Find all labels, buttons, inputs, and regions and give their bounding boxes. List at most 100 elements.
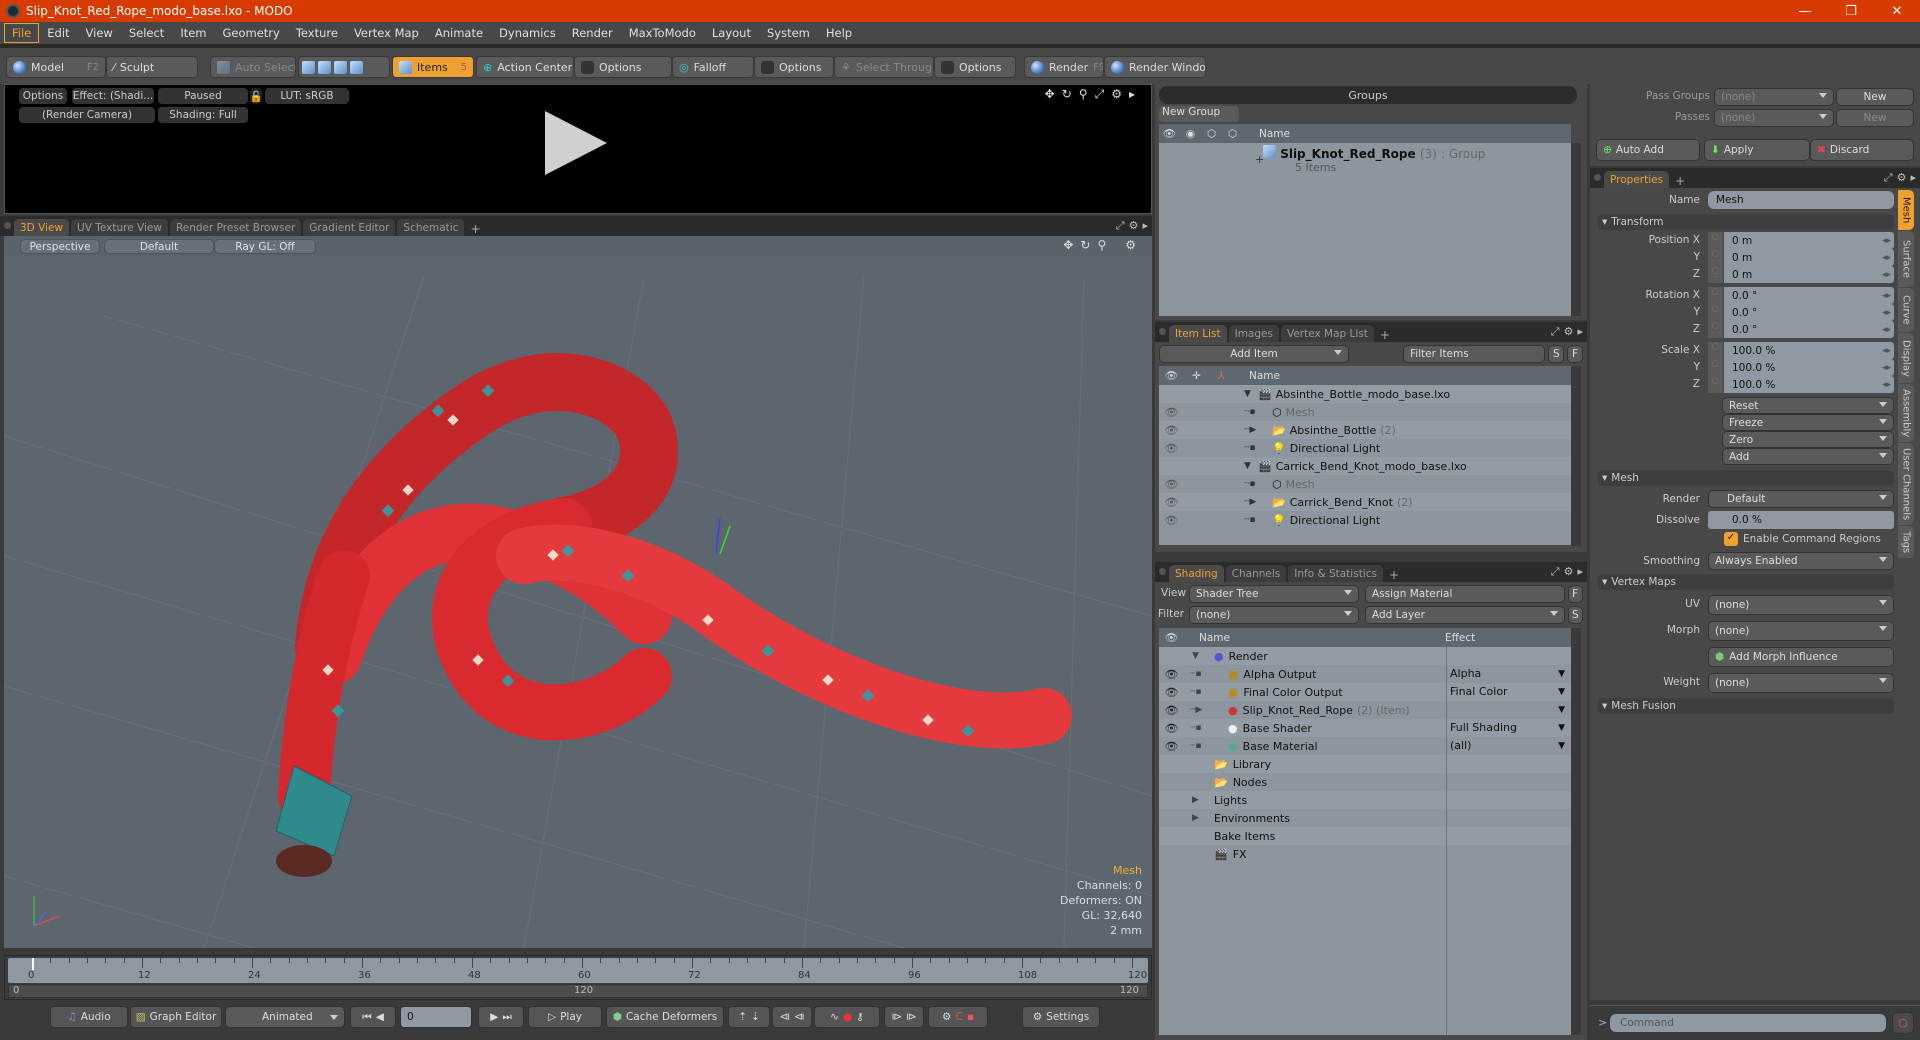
maximize-icon[interactable]: ⤢ <box>1551 565 1560 579</box>
items-mode-button[interactable]: Items 5 <box>392 56 474 78</box>
menu-geometry[interactable]: Geometry <box>215 23 288 43</box>
shader-row[interactable]: ▶ Lights <box>1159 791 1571 809</box>
tree-branch-icon[interactable]: ┄▶ <box>1244 425 1272 435</box>
shading-f-button[interactable]: F <box>1568 585 1583 603</box>
render-dropdown[interactable]: Default <box>1708 490 1894 508</box>
rotation-z-field[interactable]: ○ 0.0 ° ◂▸ <box>1708 321 1894 338</box>
prev-key-buttons[interactable]: ⧏ ⧏ <box>772 1006 812 1028</box>
keyframe-toggle-icon[interactable]: ○ <box>1708 342 1724 359</box>
model-mode-button[interactable]: Model F2 <box>6 56 106 78</box>
command-input[interactable]: Command <box>1610 1014 1886 1032</box>
more-arrow-icon[interactable]: ▸ <box>1142 219 1148 233</box>
auto-select-button[interactable]: Auto Select <box>210 56 296 78</box>
scale-y-field[interactable]: ○ 100.0 % ◂▸ <box>1708 359 1894 376</box>
tree-indicator-icon[interactable]: ┄▪ <box>1190 669 1228 679</box>
item-row[interactable]: 👁 ┄▪ ⬡ Mesh <box>1159 475 1571 493</box>
tab-uv-texture-view[interactable]: UV Texture View <box>71 219 168 236</box>
rotate-icon[interactable]: ↻ <box>1062 87 1072 102</box>
keyframe-toggle-icon[interactable]: ○ <box>1708 359 1724 376</box>
uv-dropdown[interactable]: (none) <box>1708 595 1894 615</box>
gear-icon[interactable]: ⚙ <box>1125 238 1136 252</box>
tree-indicator-icon[interactable]: ┄▪ <box>1190 741 1228 751</box>
shader-row[interactable]: ▶ Environments <box>1159 809 1571 827</box>
close-button[interactable]: ✕ <box>1874 0 1920 22</box>
visibility-toggle[interactable]: 👁 <box>1159 514 1184 527</box>
sculpt-button[interactable]: ⁄ Sculpt <box>106 56 198 78</box>
effect-value[interactable]: Alpha <box>1446 665 1571 683</box>
auto-add-button[interactable]: ⊕ Auto Add <box>1596 139 1700 161</box>
item-row[interactable]: 👁 ┄▪ ⬡ Mesh <box>1159 403 1571 421</box>
action-zero-dropdown[interactable]: Zero <box>1722 431 1894 448</box>
slider-arrows-icon[interactable]: ◂▸ <box>1882 270 1891 280</box>
tab-3d-view[interactable]: 3D View <box>14 219 70 236</box>
tab-channels[interactable]: Channels <box>1225 565 1287 582</box>
position-z-field[interactable]: ○ 0 m ◂▸ <box>1708 266 1894 283</box>
menu-dynamics[interactable]: Dynamics <box>491 23 564 43</box>
new-group-button[interactable]: New Group <box>1159 106 1239 122</box>
tree-indicator-icon[interactable]: ┄▪ <box>1190 723 1228 733</box>
visibility-toggle[interactable]: 👁 <box>1159 406 1184 419</box>
key-tools-buttons[interactable]: ⚙ C ▪ <box>928 1006 988 1028</box>
more-arrow-icon[interactable]: ▸ <box>1910 171 1916 185</box>
step-forward-end[interactable]: ▶ ⏭ <box>478 1006 524 1028</box>
select-through-options-button[interactable]: Options <box>934 56 1016 78</box>
menu-animate[interactable]: Animate <box>427 23 491 43</box>
menu-render[interactable]: Render <box>564 23 621 43</box>
shading-s-button[interactable]: S <box>1568 606 1583 624</box>
scale-z-field[interactable]: ○ 100.0 % ◂▸ <box>1708 376 1894 393</box>
settings-button[interactable]: ⚙ Settings <box>1022 1006 1100 1028</box>
menu-system[interactable]: System <box>759 23 818 43</box>
timeline-range-bar[interactable]: 0 120 120 <box>8 984 1148 998</box>
gear-icon[interactable]: ⚙ <box>1897 171 1907 185</box>
menu-file[interactable]: File <box>4 23 40 43</box>
gizmo-z-axis[interactable] <box>715 517 721 555</box>
side-tab-curve[interactable]: Curve <box>1898 288 1914 332</box>
menu-edit[interactable]: Edit <box>39 23 77 43</box>
item-list-scrollbar[interactable] <box>1571 366 1581 546</box>
tab-shading[interactable]: Shading <box>1169 565 1224 582</box>
side-tab-surface[interactable]: Surface <box>1898 231 1914 287</box>
expand-triangle-icon[interactable]: ▼ <box>1244 389 1258 399</box>
shader-row[interactable]: 👁 ┄▪ ▣ Alpha Output Alpha ▼ <box>1159 665 1571 683</box>
maximize-icon[interactable]: ⤢ <box>1884 171 1893 185</box>
keyframe-toggle-icon[interactable]: ○ <box>1708 376 1724 393</box>
new-pass-group-button[interactable]: New <box>1836 88 1914 106</box>
lut-button[interactable]: LUT: sRGB <box>265 88 349 104</box>
shader-scrollbar[interactable] <box>1571 628 1581 1035</box>
slider-arrows-icon[interactable]: ◂▸ <box>1882 346 1891 356</box>
tab-gradient-editor[interactable]: Gradient Editor <box>303 219 396 236</box>
visibility-toggle[interactable]: 👁 <box>1159 668 1184 681</box>
tree-indicator-icon[interactable]: ┄▪ <box>1190 687 1228 697</box>
tab-item-list[interactable]: Item List <box>1169 325 1227 342</box>
chevron-down-icon[interactable]: ▼ <box>1558 723 1565 733</box>
action-add-dropdown[interactable]: Add <box>1722 448 1894 465</box>
action-center-options-button[interactable]: Options <box>574 56 672 78</box>
shader-row[interactable]: 📂 Nodes <box>1159 773 1571 791</box>
keyframe-toggle-icon[interactable]: ○ <box>1708 304 1724 321</box>
command-history-icon[interactable]: ○ <box>1892 1012 1914 1034</box>
enable-command-regions-checkbox[interactable]: ✓ <box>1724 532 1738 546</box>
rotation-y-field[interactable]: ○ 0.0 ° ◂▸ <box>1708 304 1894 321</box>
restore-button[interactable]: ❐ <box>1828 0 1874 22</box>
slider-arrows-icon[interactable]: ◂▸ <box>1882 380 1891 390</box>
side-tab-tags[interactable]: Tags <box>1898 526 1914 558</box>
select-through-button[interactable]: ⚘ Select Through <box>834 56 934 78</box>
render-options-button[interactable]: Options <box>19 88 67 104</box>
visibility-toggle[interactable]: 👁 <box>1159 442 1184 455</box>
tree-indicator-icon[interactable]: ▶ <box>1192 813 1214 823</box>
position-y-field[interactable]: ○ 0 m ◂▸ <box>1708 249 1894 266</box>
slider-arrows-icon[interactable]: ◂▸ <box>1882 253 1891 263</box>
gear-icon[interactable]: ⚙ <box>1129 219 1139 233</box>
shader-row[interactable]: 👁 ┄▪ ● Base Material (all) ▼ <box>1159 737 1571 755</box>
jump-start-prev-key[interactable]: ⏮ ◀ <box>350 1006 396 1028</box>
menu-vertex-map[interactable]: Vertex Map <box>346 23 427 43</box>
weight-dropdown[interactable]: (none) <box>1708 673 1894 693</box>
visibility-col-icon[interactable]: 👁 <box>1159 631 1184 644</box>
more-arrow-icon[interactable]: ▸ <box>1577 565 1583 579</box>
new-pass-button[interactable]: New <box>1836 109 1914 127</box>
tree-indicator-icon[interactable]: ▶ <box>1192 795 1214 805</box>
chevron-down-icon[interactable]: ▼ <box>1558 687 1565 697</box>
visibility-col-icon[interactable]: 👁 <box>1159 127 1180 140</box>
shader-row[interactable]: 👁 ┄▶ ● Slip_Knot_Red_Rope (2) (Item) ▼ <box>1159 701 1571 719</box>
slider-arrows-icon[interactable]: ◂▸ <box>1882 308 1891 318</box>
